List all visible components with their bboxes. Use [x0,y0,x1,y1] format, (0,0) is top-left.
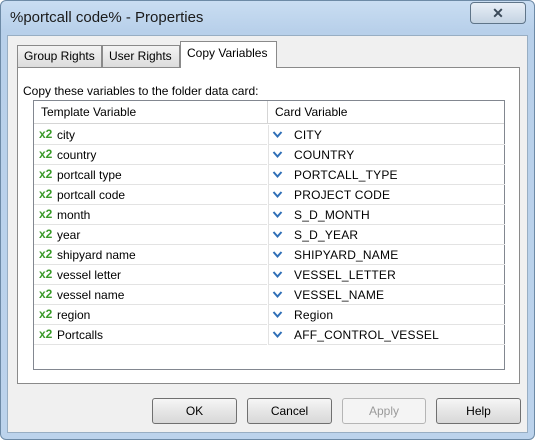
table-row[interactable]: x2 vessel letter VESSEL_LETTER [34,265,505,285]
table-row[interactable]: x2 portcall type PORTCALL_TYPE [34,165,505,185]
card-variable-value: S_D_MONTH [294,208,370,222]
template-variable-name: vessel letter [57,268,122,282]
x2-icon: x2 [39,227,53,241]
card-variable-dropdown[interactable]: AFF_CONTROL_VESSEL [268,325,505,345]
chevron-down-icon[interactable] [272,129,283,140]
card-variable-value: VESSEL_NAME [294,288,385,302]
chevron-down-icon[interactable] [272,249,283,260]
card-variable-value: S_D_YEAR [294,228,359,242]
x2-icon: x2 [39,167,53,181]
chevron-down-icon[interactable] [272,169,283,180]
variables-grid: Template Variable Card Variable x2 city CI… [33,100,505,370]
template-variable-name: country [57,148,97,162]
x2-icon: x2 [39,187,53,201]
table-row[interactable]: x2 region Region [34,305,505,325]
x2-icon: x2 [39,247,53,261]
table-row[interactable]: x2 shipyard name SHIPYARD_NAME [34,245,505,265]
template-variable-name: vessel name [57,288,125,302]
chevron-down-icon[interactable] [272,209,283,220]
card-variable-dropdown[interactable]: VESSEL_LETTER [268,265,505,285]
template-variable-name: year [57,228,81,242]
tab-user-rights[interactable]: User Rights [102,45,180,67]
table-row[interactable]: x2 Portcalls AFF_CONTROL_VESSEL [34,325,505,345]
x2-icon: x2 [39,327,53,341]
template-variable-cell[interactable]: x2 region [34,305,267,325]
template-variable-name: city [57,128,75,142]
template-variable-cell[interactable]: x2 year [34,225,267,245]
template-variable-cell[interactable]: x2 vessel letter [34,265,267,285]
table-row[interactable]: x2 year S_D_YEAR [34,225,505,245]
title-bar[interactable]: %portcall code% - Properties ✕ [1,1,534,35]
close-icon: ✕ [492,5,504,21]
template-variable-cell[interactable]: x2 Portcalls [34,325,267,345]
card-variable-dropdown[interactable]: SHIPYARD_NAME [268,245,505,265]
x2-icon: x2 [39,207,53,221]
ok-button[interactable]: OK [152,398,237,424]
dialog-client-area: Group Rights User Rights Copy Variables … [7,35,528,433]
column-header-card-variable[interactable]: Card Variable [275,101,347,123]
template-variable-cell[interactable]: x2 vessel name [34,285,267,305]
card-variable-dropdown[interactable]: COUNTRY [268,145,505,165]
table-row[interactable]: x2 country COUNTRY [34,145,505,165]
tab-copy-variables[interactable]: Copy Variables [180,41,277,68]
chevron-down-icon[interactable] [272,229,283,240]
instruction-label: Copy these variables to the folder data … [23,84,259,98]
template-variable-name: region [57,308,91,322]
template-variable-cell[interactable]: x2 shipyard name [34,245,267,265]
chevron-down-icon[interactable] [272,289,283,300]
chevron-down-icon[interactable] [272,189,283,200]
x2-icon: x2 [39,287,53,301]
properties-dialog: %portcall code% - Properties ✕ Group Rig… [0,0,535,440]
chevron-down-icon[interactable] [272,309,283,320]
x2-icon: x2 [39,267,53,281]
template-variable-name: portcall code [57,188,126,202]
card-variable-dropdown[interactable]: S_D_YEAR [268,225,505,245]
card-variable-dropdown[interactable]: CITY [268,125,505,145]
card-variable-dropdown[interactable]: Region [268,305,505,325]
card-variable-dropdown[interactable]: PORTCALL_TYPE [268,165,505,185]
x2-icon: x2 [39,147,53,161]
table-row[interactable]: x2 portcall code PROJECT CODE [34,185,505,205]
table-row[interactable]: x2 vessel name VESSEL_NAME [34,285,505,305]
template-variable-name: shipyard name [57,248,136,262]
template-variable-cell[interactable]: x2 city [34,125,267,145]
template-variable-cell[interactable]: x2 month [34,205,267,225]
table-row[interactable]: x2 month S_D_MONTH [34,205,505,225]
card-variable-value: AFF_CONTROL_VESSEL [294,328,439,342]
template-variable-cell[interactable]: x2 portcall code [34,185,267,205]
template-variable-name: Portcalls [57,328,104,342]
card-variable-dropdown[interactable]: VESSEL_NAME [268,285,505,305]
help-button[interactable]: Help [436,398,521,424]
x2-icon: x2 [39,127,53,141]
table-row[interactable]: x2 city CITY [34,125,505,145]
grid-header: Template Variable Card Variable [34,101,504,124]
column-header-template-variable[interactable]: Template Variable [41,101,136,123]
window-title: %portcall code% - Properties [10,9,204,26]
card-variable-value: VESSEL_LETTER [294,268,396,282]
card-variable-dropdown[interactable]: S_D_MONTH [268,205,505,225]
card-variable-value: PORTCALL_TYPE [294,168,398,182]
chevron-down-icon[interactable] [272,329,283,340]
tab-group-rights[interactable]: Group Rights [17,45,102,67]
template-variable-name: month [57,208,91,222]
card-variable-value: Region [294,308,334,322]
x2-icon: x2 [39,307,53,321]
close-button[interactable]: ✕ [470,2,526,24]
template-variable-cell[interactable]: x2 portcall type [34,165,267,185]
card-variable-value: SHIPYARD_NAME [294,248,399,262]
chevron-down-icon[interactable] [272,269,283,280]
card-variable-dropdown[interactable]: PROJECT CODE [268,185,505,205]
card-variable-value: COUNTRY [294,148,355,162]
cancel-button[interactable]: Cancel [247,398,332,424]
chevron-down-icon[interactable] [272,149,283,160]
apply-button[interactable]: Apply [342,398,426,424]
template-variable-name: portcall type [57,168,122,182]
card-variable-value: CITY [294,128,323,142]
column-divider[interactable] [267,101,268,123]
card-variable-value: PROJECT CODE [294,188,391,202]
template-variable-cell[interactable]: x2 country [34,145,267,165]
